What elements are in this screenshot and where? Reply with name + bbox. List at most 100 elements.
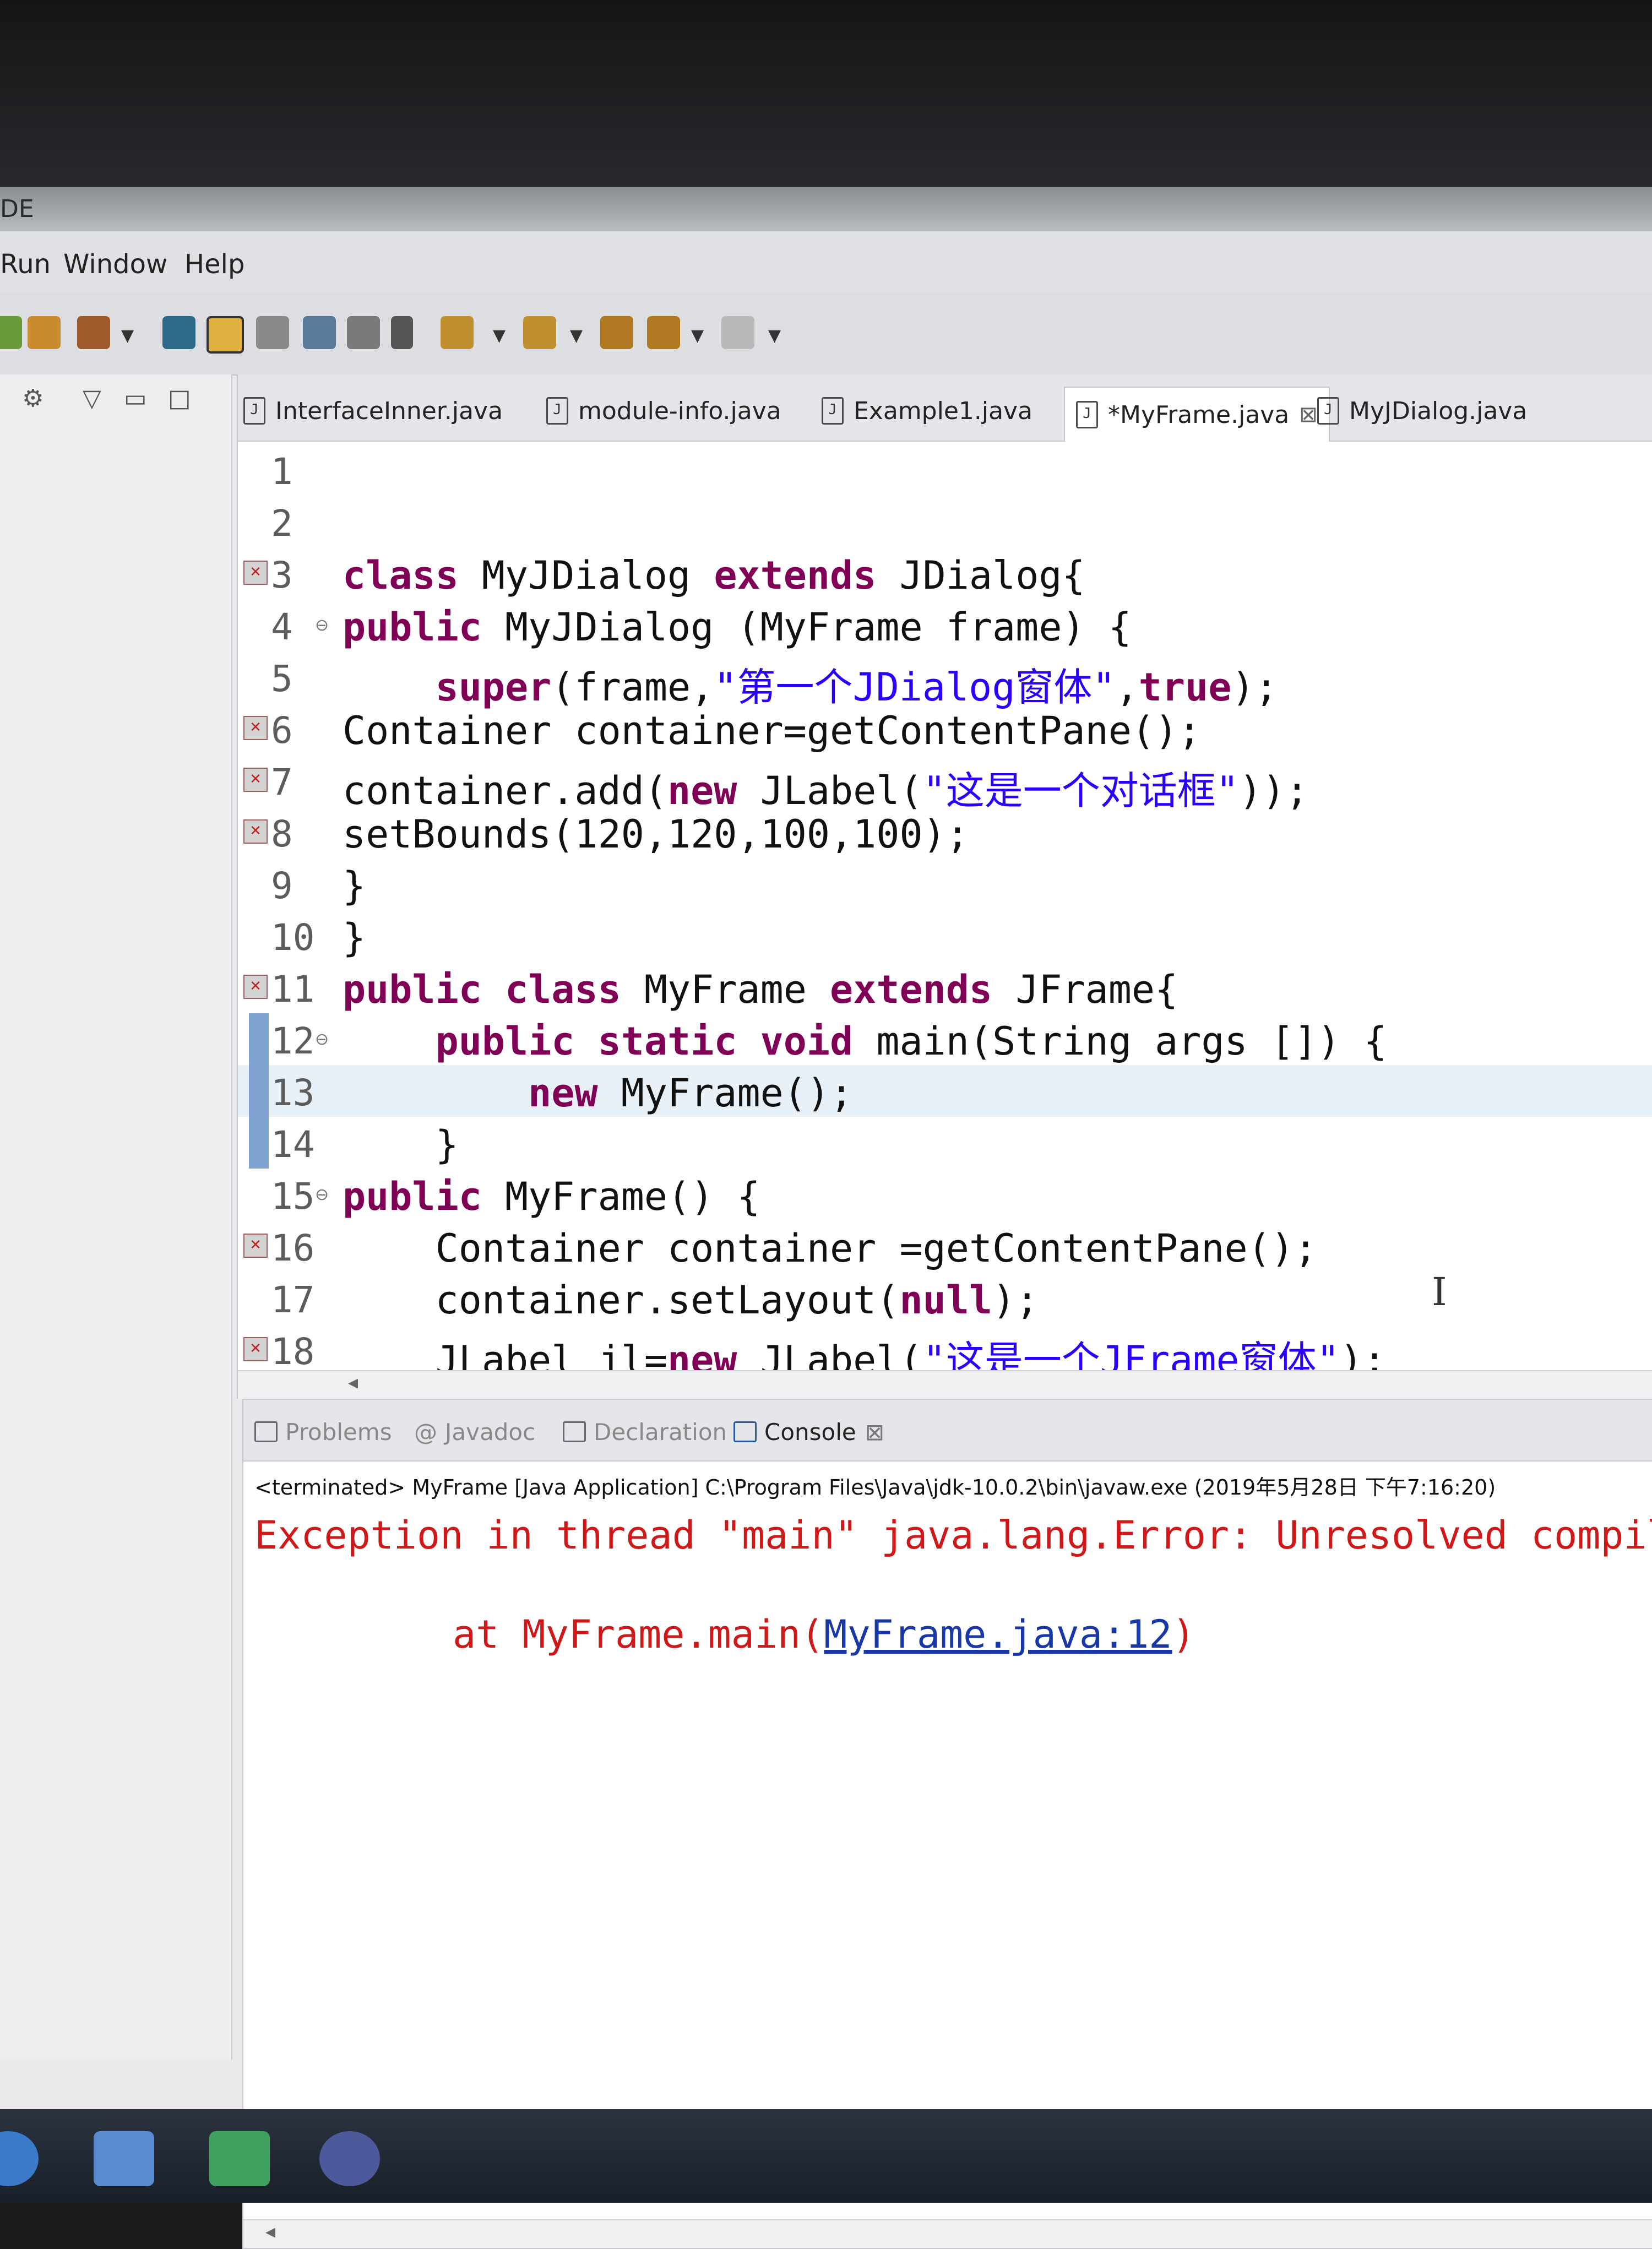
next-annotation-icon[interactable] — [441, 316, 474, 349]
error-marker-icon[interactable]: ✕ — [243, 819, 268, 844]
line-number: 3 — [271, 554, 293, 596]
code-text: } — [343, 1122, 459, 1167]
code-line[interactable]: 15 ⊖ public MyFrame() { — [238, 1169, 1652, 1220]
fold-toggle-icon[interactable]: ⊖ — [315, 1030, 329, 1049]
eclipse-window: DE Run Window Help ▼ ▼ ▼ ▼ ▼ ⚙ ▽ ▭ □ J I… — [0, 187, 1652, 2249]
editor-horizontal-scrollbar[interactable]: ◂ — [238, 1370, 1652, 1399]
code-area[interactable]: 1 2 ✕ 3 class MyJDialog extends JDialog{4 ⊖ pu… — [238, 441, 1652, 1383]
code-line[interactable]: 13 new MyFrame(); — [238, 1065, 1652, 1117]
launch-status: <terminated> MyFrame [Java Application] … — [254, 1475, 1496, 1500]
line-number: 16 — [271, 1227, 315, 1269]
tab-example1[interactable]: J Example1.java — [822, 389, 1032, 433]
java-file-icon: J — [1317, 397, 1339, 425]
stack-suffix: ) — [1172, 1612, 1195, 1657]
package-explorer-panel: ⚙ ▽ ▭ □ — [0, 374, 232, 2060]
problems-icon — [254, 1421, 278, 1442]
fold-toggle-icon[interactable]: ⊖ — [315, 1185, 329, 1204]
tab-myjdialog[interactable]: J MyJDialog.java — [1317, 389, 1527, 433]
code-line[interactable]: 1 — [238, 444, 1652, 496]
scroll-left-icon[interactable]: ◂ — [348, 1371, 358, 1394]
code-line[interactable]: 4 ⊖ public MyJDialog (MyFrame frame) { — [238, 599, 1652, 651]
code-text: class MyJDialog extends JDialog{ — [343, 553, 1085, 598]
console-icon — [733, 1421, 757, 1442]
run-icon[interactable] — [0, 316, 22, 349]
menu-window[interactable]: Window — [63, 249, 167, 280]
error-marker-icon[interactable]: ✕ — [243, 1337, 268, 1361]
prev-annotation-icon[interactable] — [523, 316, 556, 349]
highlight-icon[interactable] — [206, 316, 244, 354]
code-line[interactable]: ✕ 11 public class MyFrame extends JFrame{ — [238, 961, 1652, 1013]
code-line[interactable]: ✕ 7 container.add(new JLabel("这是一个对话框")); — [238, 754, 1652, 813]
code-line[interactable]: 12 ⊖ public static void main(String args … — [238, 1013, 1652, 1065]
stack-trace-link[interactable]: MyFrame.java:12 — [824, 1612, 1172, 1657]
block-icon[interactable] — [347, 316, 380, 349]
tab-label: Console — [764, 1419, 856, 1446]
code-editor: J InterfaceInner.java J module-info.java… — [237, 374, 1652, 1399]
code-line[interactable]: ✕ 8 setBounds(120,120,100,100); — [238, 806, 1652, 858]
menu-help[interactable]: Help — [184, 249, 244, 280]
tab-interfaceinner[interactable]: J InterfaceInner.java — [243, 389, 503, 433]
error-marker-icon[interactable]: ✕ — [243, 975, 268, 999]
line-number: 7 — [271, 761, 293, 803]
build-icon[interactable] — [77, 316, 110, 349]
chevron-down-icon[interactable]: ▼ — [493, 326, 506, 345]
tab-javadoc[interactable]: @ Javadoc — [414, 1419, 535, 1446]
scroll-left-icon[interactable]: ◂ — [265, 2220, 275, 2243]
player-icon[interactable] — [209, 2131, 270, 2186]
chevron-down-icon[interactable]: ▼ — [768, 326, 781, 345]
chevron-down-icon[interactable]: ▼ — [570, 326, 583, 345]
view-menu-icon[interactable]: ▽ — [83, 384, 101, 412]
last-edit-icon[interactable] — [600, 316, 633, 349]
code-line[interactable]: ✕ 6 Container container=getContentPane(); — [238, 703, 1652, 754]
tab-label: Problems — [285, 1419, 392, 1446]
error-marker-icon[interactable]: ✕ — [243, 716, 268, 740]
code-line[interactable]: 2 — [238, 496, 1652, 547]
tab-declaration[interactable]: Declaration — [563, 1419, 727, 1446]
code-line[interactable]: ✕ 18 JLabel jl=new JLabel("这是一个JFrame窗体")… — [238, 1324, 1652, 1383]
ibeam-cursor-icon: I — [1432, 1269, 1447, 1314]
nav-forward-icon[interactable] — [721, 316, 754, 349]
exception-message: Exception in thread "main" java.lang.Err… — [254, 1513, 1652, 1558]
task-icon[interactable] — [303, 316, 336, 349]
tab-label: MyJDialog.java — [1349, 396, 1528, 425]
close-icon[interactable]: ⊠ — [865, 1419, 884, 1446]
code-line[interactable]: 14 } — [238, 1117, 1652, 1169]
code-line[interactable]: ✕ 16 Container container =getContentPane(… — [238, 1220, 1652, 1272]
tool-icon[interactable] — [256, 316, 289, 349]
code-text: public MyJDialog (MyFrame frame) { — [343, 605, 1132, 650]
line-number: 1 — [271, 450, 293, 493]
start-icon[interactable] — [0, 2131, 39, 2186]
close-icon[interactable]: ⊠ — [1299, 402, 1318, 427]
app-icon[interactable] — [94, 2131, 154, 2186]
line-number: 14 — [271, 1123, 315, 1166]
console-horizontal-scrollbar[interactable]: ◂ — [243, 2219, 1652, 2248]
code-line[interactable]: 9} — [238, 858, 1652, 910]
eclipse-icon[interactable] — [319, 2131, 380, 2186]
chevron-down-icon[interactable]: ▼ — [691, 326, 704, 345]
code-line[interactable]: 10} — [238, 910, 1652, 961]
minimize-icon[interactable]: ▭ — [124, 384, 147, 412]
code-line[interactable]: ✕ 3 class MyJDialog extends JDialog{ — [238, 547, 1652, 599]
tab-problems[interactable]: Problems — [254, 1419, 392, 1446]
taskbar — [0, 2109, 1652, 2203]
fold-toggle-icon[interactable]: ⊖ — [315, 616, 329, 635]
sync-icon[interactable]: ⚙ — [22, 384, 44, 412]
maximize-icon[interactable]: □ — [168, 384, 191, 412]
code-line[interactable]: 5 super(frame,"第一个JDialog窗体",true); — [238, 651, 1652, 710]
open-icon[interactable] — [28, 316, 61, 349]
nav-back-icon[interactable] — [647, 316, 680, 349]
chevron-down-icon[interactable]: ▼ — [121, 326, 134, 345]
stack-prefix: at MyFrame.main( — [453, 1612, 824, 1657]
tab-console[interactable]: Console ⊠ — [733, 1419, 884, 1446]
menu-run[interactable]: Run — [0, 249, 51, 280]
search-icon[interactable] — [162, 316, 195, 349]
pilcrow-icon[interactable] — [391, 316, 413, 349]
java-file-icon: J — [243, 397, 265, 425]
error-marker-icon[interactable]: ✕ — [243, 561, 268, 585]
line-number: 9 — [271, 865, 293, 907]
tab-module-info[interactable]: J module-info.java — [546, 389, 781, 433]
error-marker-icon[interactable]: ✕ — [243, 768, 268, 792]
menu-bar: Run Window Help — [0, 231, 1652, 292]
tab-myframe[interactable]: J *MyFrame.java ⊠ — [1064, 387, 1330, 442]
error-marker-icon[interactable]: ✕ — [243, 1234, 268, 1258]
